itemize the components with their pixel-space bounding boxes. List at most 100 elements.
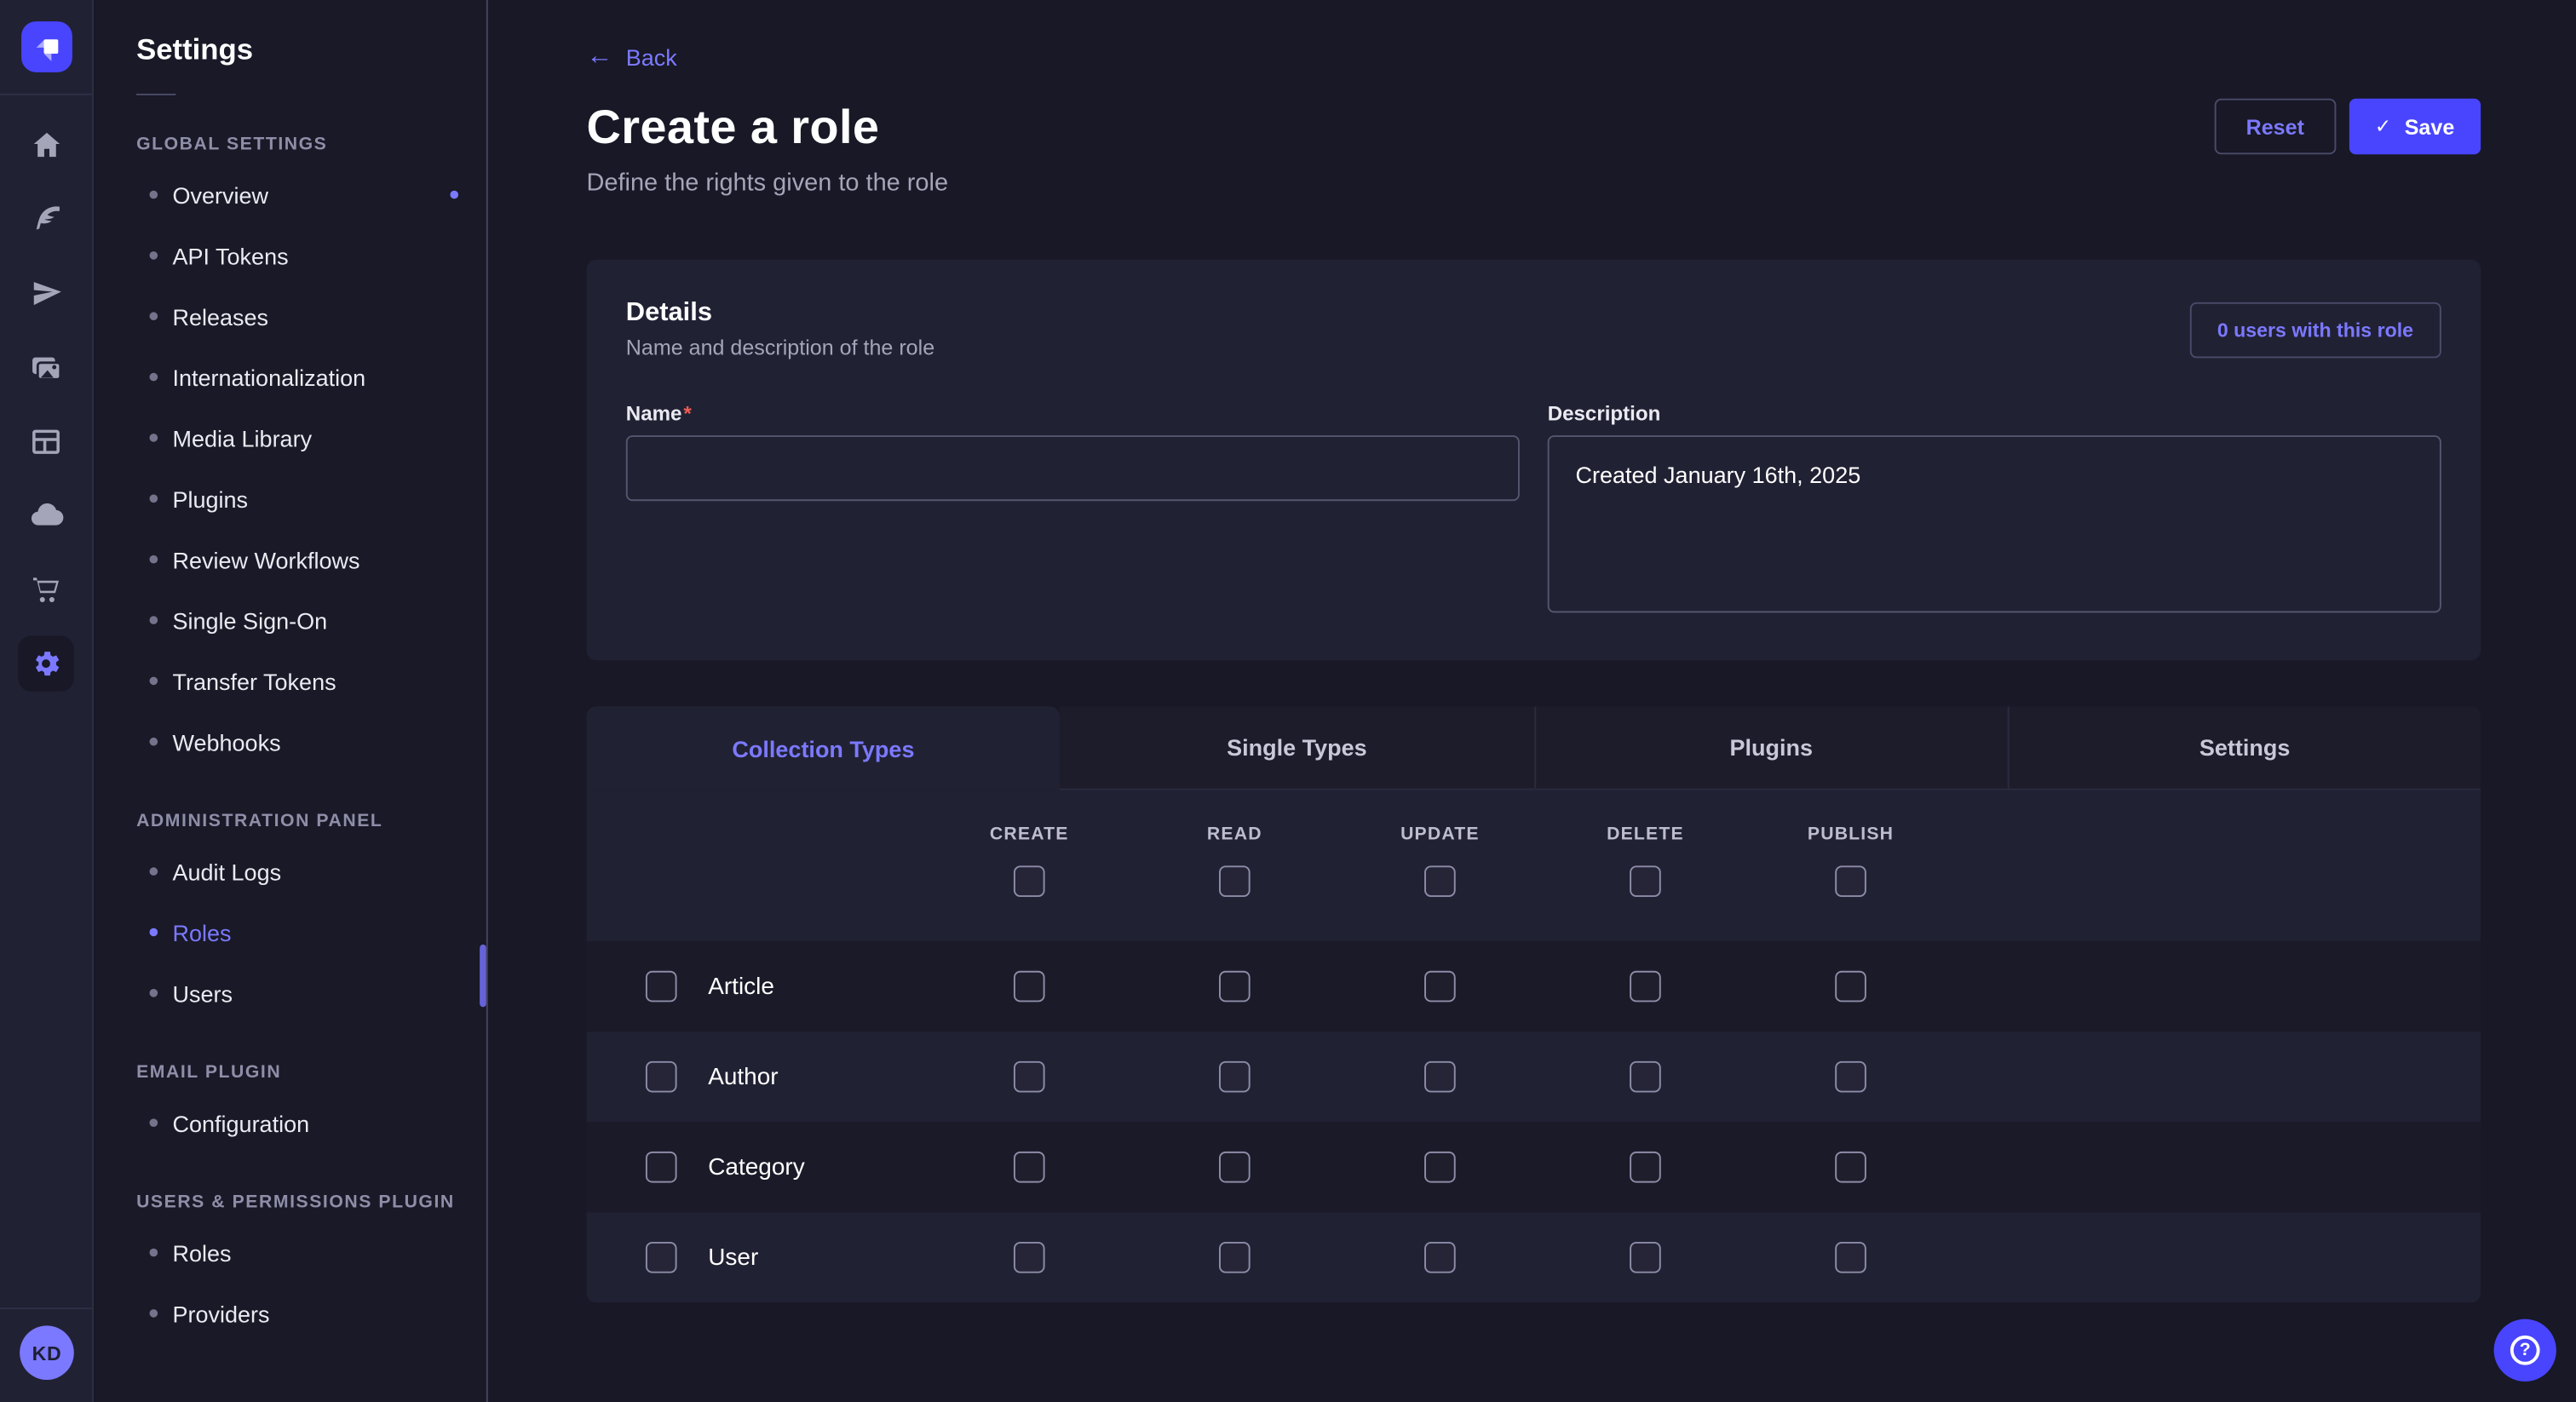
checkbox-user-update[interactable] (1424, 1242, 1456, 1273)
paper-plane-icon[interactable] (10, 256, 83, 330)
back-label: Back (626, 44, 677, 71)
sidebar-item-review-workflows[interactable]: Review Workflows (94, 529, 486, 589)
help-button[interactable]: ? (2494, 1319, 2556, 1382)
checkbox-article-update[interactable] (1424, 971, 1456, 1003)
feather-icon[interactable] (10, 182, 83, 256)
section-administration-panel: ADMINISTRATION PANEL Audit Logs Roles Us… (94, 812, 486, 1024)
details-card-subtitle: Name and description of the role (626, 335, 2441, 359)
bullet-icon (149, 1118, 158, 1127)
main-icon-rail: KD (0, 0, 94, 1402)
checkbox-article-read[interactable] (1219, 971, 1251, 1003)
sidebar-item-roles-up[interactable]: Roles (94, 1222, 486, 1283)
bullet-icon (149, 738, 158, 746)
reset-button[interactable]: Reset (2215, 99, 2336, 155)
strapi-logo[interactable] (21, 21, 72, 72)
users-with-role-button[interactable]: 0 users with this role (2189, 302, 2441, 359)
sidebar-item-overview[interactable]: Overview (94, 164, 486, 225)
checkbox-author-create[interactable] (1014, 1061, 1045, 1093)
checkbox-all-publish[interactable] (1835, 865, 1866, 897)
checkbox-article-publish[interactable] (1835, 971, 1866, 1003)
checkbox-user-publish[interactable] (1835, 1242, 1866, 1273)
sidebar-item-media-library[interactable]: Media Library (94, 407, 486, 468)
checkbox-row-author[interactable] (646, 1061, 677, 1093)
sidebar-item-plugins[interactable]: Plugins (94, 468, 486, 529)
sidebar-item-label: Plugins (172, 486, 248, 512)
bullet-icon (149, 928, 158, 937)
checkbox-all-read[interactable] (1219, 865, 1251, 897)
tab-single-types[interactable]: Single Types (1060, 706, 1533, 790)
sidebar-item-webhooks[interactable]: Webhooks (94, 711, 486, 772)
cloud-icon[interactable] (10, 478, 83, 552)
checkbox-user-delete[interactable] (1630, 1242, 1661, 1273)
sidebar-item-releases[interactable]: Releases (94, 286, 486, 347)
sidebar-item-api-tokens[interactable]: API Tokens (94, 225, 486, 285)
checkbox-user-create[interactable] (1014, 1242, 1045, 1273)
checkbox-category-publish[interactable] (1835, 1152, 1866, 1183)
sidebar-item-transfer-tokens[interactable]: Transfer Tokens (94, 651, 486, 711)
sidebar-item-label: Roles (172, 1239, 231, 1266)
checkbox-author-publish[interactable] (1835, 1061, 1866, 1093)
section-email-plugin: EMAIL PLUGIN Configuration (94, 1063, 486, 1153)
checkbox-row-article[interactable] (646, 971, 677, 1003)
gear-icon[interactable] (10, 626, 83, 700)
sidebar-item-label: Users (172, 980, 233, 1006)
checkbox-article-delete[interactable] (1630, 971, 1661, 1003)
sidebar-item-label: Single Sign-On (172, 607, 327, 634)
sidebar-item-roles-admin[interactable]: Roles (94, 902, 486, 962)
settings-title-divider (136, 94, 175, 95)
sidebar-item-internationalization[interactable]: Internationalization (94, 347, 486, 407)
checkbox-author-update[interactable] (1424, 1061, 1456, 1093)
checkbox-all-update[interactable] (1424, 865, 1456, 897)
home-icon[interactable] (10, 108, 83, 182)
rail-bottom-divider (0, 1307, 94, 1309)
sidebar-item-label: Releases (172, 303, 268, 330)
tab-settings[interactable]: Settings (2007, 706, 2481, 790)
checkbox-row-user[interactable] (646, 1242, 677, 1273)
bullet-icon (149, 616, 158, 624)
checkbox-category-update[interactable] (1424, 1152, 1456, 1183)
row-label: Article (708, 974, 774, 1000)
user-avatar[interactable]: KD (20, 1325, 74, 1380)
sidebar-item-label: Roles (172, 919, 231, 945)
layout-icon[interactable] (10, 404, 83, 478)
name-input[interactable] (626, 435, 1520, 501)
checkbox-category-delete[interactable] (1630, 1152, 1661, 1183)
sidebar-item-users[interactable]: Users (94, 962, 486, 1023)
rail-divider (0, 94, 94, 95)
bullet-icon (149, 434, 158, 442)
sidebar-item-audit-logs[interactable]: Audit Logs (94, 841, 486, 901)
checkbox-article-create[interactable] (1014, 971, 1045, 1003)
sidebar-item-providers[interactable]: Providers (94, 1283, 486, 1343)
section-label: EMAIL PLUGIN (136, 1063, 486, 1083)
sidebar-item-label: Overview (172, 181, 268, 208)
checkbox-all-create[interactable] (1014, 865, 1045, 897)
pictures-icon[interactable] (10, 330, 83, 405)
sidebar-item-label: Transfer Tokens (172, 668, 336, 694)
column-header-read: READ (1207, 825, 1262, 844)
table-row-author: Author (586, 1031, 2481, 1122)
checkbox-category-create[interactable] (1014, 1152, 1045, 1183)
cart-icon[interactable] (10, 552, 83, 626)
table-row-category: Category (586, 1122, 2481, 1212)
sidebar-item-single-sign-on[interactable]: Single Sign-On (94, 589, 486, 650)
checkbox-author-delete[interactable] (1630, 1061, 1661, 1093)
checkbox-user-read[interactable] (1219, 1242, 1251, 1273)
sidebar-item-configuration[interactable]: Configuration (94, 1092, 486, 1152)
checkbox-all-delete[interactable] (1630, 865, 1661, 897)
checkbox-category-read[interactable] (1219, 1152, 1251, 1183)
checkbox-row-category[interactable] (646, 1152, 677, 1183)
bullet-icon (149, 251, 158, 260)
checkbox-author-read[interactable] (1219, 1061, 1251, 1093)
bullet-icon (149, 373, 158, 382)
bullet-icon (149, 1249, 158, 1257)
description-textarea[interactable]: Created January 16th, 2025 (1548, 435, 2441, 612)
tab-plugins[interactable]: Plugins (1533, 706, 2007, 790)
section-label: ADMINISTRATION PANEL (136, 812, 486, 831)
save-button[interactable]: ✓ Save (2349, 99, 2481, 155)
strapi-logo-glyph (29, 29, 65, 65)
tab-collection-types[interactable]: Collection Types (586, 706, 1060, 790)
back-link[interactable]: ← Back (586, 44, 676, 71)
sidebar-scrollbar-thumb[interactable] (480, 945, 486, 1007)
sidebar-item-label: Internationalization (172, 364, 365, 390)
permissions-card: Collection Types Single Types Plugins Se… (586, 706, 2481, 1302)
